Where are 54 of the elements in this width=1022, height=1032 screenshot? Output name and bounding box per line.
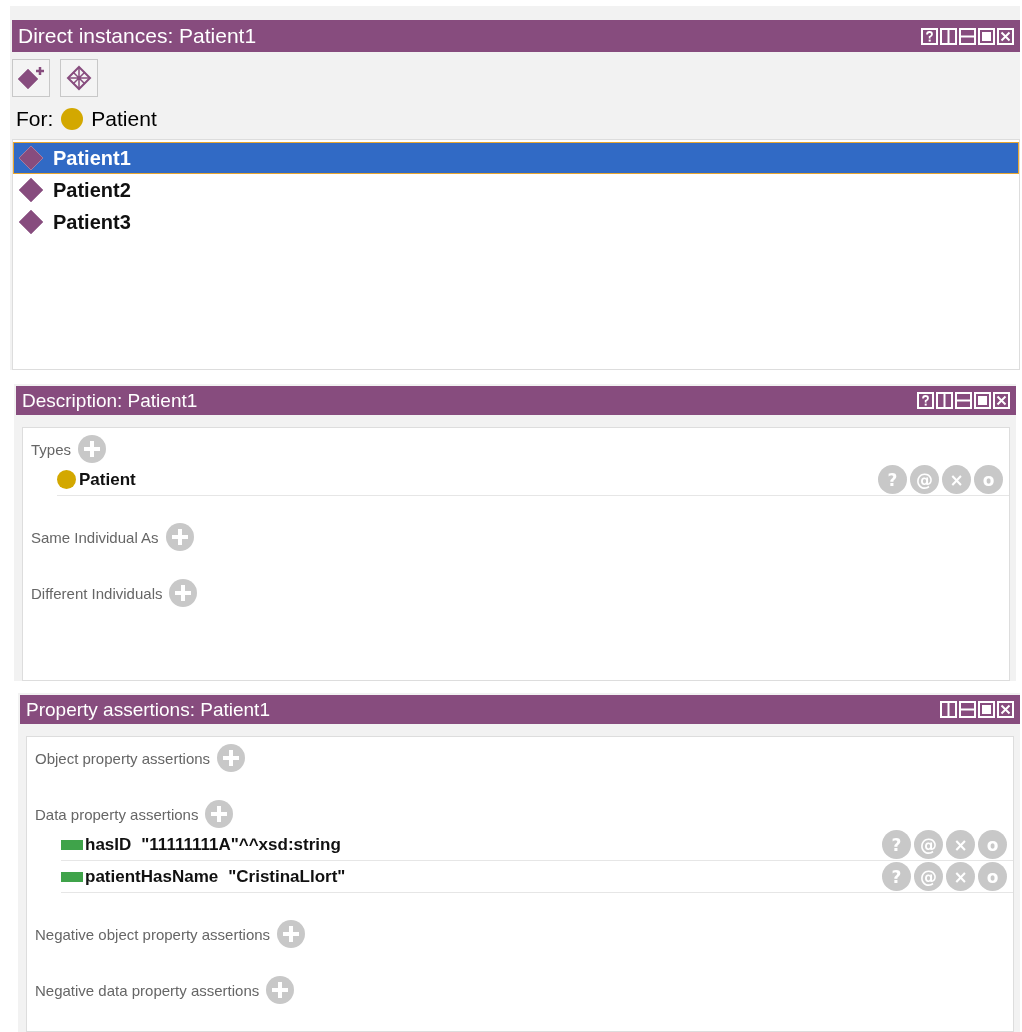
instance-item[interactable]: Patient3 — [13, 206, 1019, 238]
action-button[interactable]: × — [946, 830, 975, 859]
panel-title: Direct instances: Patient1 — [18, 24, 257, 48]
section-label: Object property assertions — [35, 749, 211, 767]
section-label: Negative object property assertions — [35, 925, 271, 943]
individual-icon — [17, 209, 45, 235]
panel-title: Description: Patient1 — [22, 389, 198, 412]
data-property-icon — [61, 839, 83, 850]
section-label: Different Individuals — [31, 584, 163, 602]
individual-icon — [17, 145, 45, 171]
action-button[interactable]: ? — [882, 862, 911, 891]
entity-name: hasID — [85, 834, 132, 855]
section-label: Negative data property assertions — [35, 981, 260, 999]
close-icon[interactable] — [997, 701, 1014, 718]
literal-value: "11111111A"^^xsd:string — [141, 834, 341, 855]
split-h-icon[interactable] — [959, 701, 976, 718]
instance-item[interactable]: Patient1 — [13, 142, 1019, 174]
split-h-icon[interactable] — [955, 392, 972, 410]
max-icon[interactable] — [978, 27, 995, 45]
max-icon[interactable] — [974, 392, 991, 410]
individual-icon — [17, 177, 45, 203]
split-v-icon[interactable] — [940, 27, 957, 45]
section-label: Types — [31, 440, 72, 458]
split-v-icon[interactable] — [940, 701, 957, 718]
entity-name: patientHasName — [85, 866, 219, 887]
action-button[interactable]: @ — [914, 830, 943, 859]
entity-name: Patient — [79, 469, 136, 490]
max-icon[interactable] — [978, 701, 995, 718]
section-label: Data property assertions — [35, 805, 199, 823]
class-icon — [57, 470, 76, 490]
add-individual-button[interactable] — [12, 59, 50, 97]
action-button[interactable]: @ — [910, 465, 939, 495]
delete-individual-button[interactable] — [60, 59, 98, 97]
action-button[interactable]: ? — [882, 830, 911, 859]
panel-title: Property assertions: Patient1 — [26, 698, 270, 721]
action-button[interactable]: × — [942, 465, 971, 495]
action-button[interactable]: @ — [914, 862, 943, 891]
class-icon — [61, 108, 84, 130]
for-label: For: — [16, 107, 54, 131]
action-button[interactable]: × — [946, 862, 975, 891]
split-v-icon[interactable] — [936, 392, 953, 410]
help-icon[interactable] — [917, 392, 934, 410]
crossed-diamond-icon — [65, 64, 93, 92]
section-label: Same Individual As — [31, 528, 159, 546]
data-property-icon — [61, 871, 83, 882]
diamond-plus-icon — [16, 65, 46, 91]
class-name: Patient — [91, 107, 157, 131]
help-icon[interactable] — [921, 27, 938, 45]
close-icon[interactable] — [997, 27, 1014, 45]
literal-value: "CristinaLlort" — [228, 866, 346, 887]
action-button[interactable]: ? — [878, 465, 907, 495]
split-h-icon[interactable] — [959, 27, 976, 45]
instance-item[interactable]: Patient2 — [13, 174, 1019, 206]
close-icon[interactable] — [993, 392, 1010, 410]
